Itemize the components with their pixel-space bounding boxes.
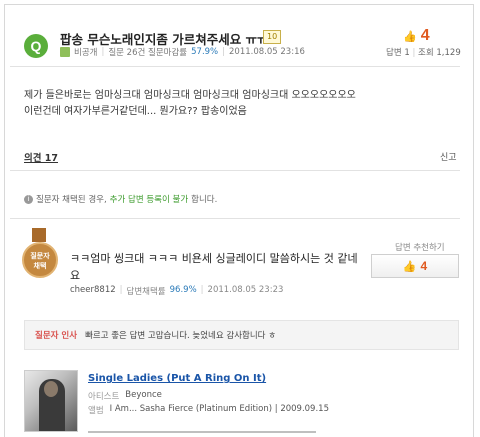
- stats-separator: |: [412, 48, 416, 58]
- album-face: [44, 381, 58, 397]
- thumbs-up-icon: 👍: [402, 259, 417, 273]
- album-cover[interactable]: [24, 370, 78, 432]
- meta-separator: |: [200, 285, 204, 295]
- recommend-button[interactable]: 👍 4: [371, 254, 459, 278]
- album-row: 앨범 I Am... Sasha Fierce (Platinum Editio…: [88, 404, 329, 416]
- recommend-label: 답변 추천하기: [395, 243, 445, 253]
- thumbs-up-icon: 👍: [403, 29, 417, 43]
- opinion-link[interactable]: 의견 17: [24, 150, 58, 164]
- answer-text: ㅋㅋ엄마 씽크대 ㅋㅋㅋ 비욘세 싱글레이디 말씀하시는 것 같네요: [70, 252, 358, 282]
- user-icon: [60, 47, 70, 57]
- meta-separator: |: [101, 47, 105, 57]
- artist-row: 아티스트 Beyonce: [88, 390, 162, 402]
- question-author[interactable]: 비공개: [74, 46, 97, 58]
- points-badge: 10: [263, 30, 282, 44]
- answer-meta: cheer8812 | 답변채택률 96.9% | 2011.08.05 23:…: [70, 285, 283, 297]
- question-badge: Q: [24, 34, 48, 58]
- header-divider: [10, 66, 460, 67]
- artist-label: 아티스트: [88, 392, 120, 402]
- medal-ribbon: [32, 228, 46, 242]
- notice-message: i 질문자 채택된 경우, 추가 답변 등록이 불가 합니다.: [24, 193, 217, 205]
- music-underline: [88, 431, 316, 433]
- answer-date: 2011.08.05 23:23: [207, 285, 284, 295]
- answer-user[interactable]: cheer8812: [70, 285, 116, 297]
- answers-count: 1: [404, 48, 410, 58]
- question-stats: 답변 1 | 조회 1,129: [386, 46, 461, 58]
- thanks-label: 질문자 인사: [35, 331, 78, 341]
- questioner-thanks: 질문자 인사 빠르고 좋은 답변 고맙습니다. 늦었네요 감사합니다 ㅎ: [24, 320, 459, 350]
- song-title-link[interactable]: Single Ladies (Put A Ring On It): [88, 373, 266, 384]
- question-body-line: 제가 들은바로는 엄마싱크대 엄마싱크대 엄마싱크대 엄마싱크대 오오오오오오오: [24, 90, 356, 101]
- notice-suffix: 합니다.: [191, 195, 218, 205]
- info-icon: i: [24, 194, 33, 204]
- thanks-text: 빠르고 좋은 답변 고맙습니다. 늦었네요 감사합니다 ㅎ: [85, 331, 277, 341]
- question-like-count: 4: [420, 27, 430, 44]
- question-body-line: 이런건데 여자가부른거같던데... 뭔가요?? 팝송이었음: [24, 106, 247, 117]
- question-rate: 57.9%: [191, 47, 219, 57]
- opinion-divider: [10, 170, 460, 171]
- album-label: 앨범: [88, 406, 104, 416]
- question-meta: 비공개 | 질문 26건 질문마감률 57.9% | 2011.08.05 23…: [60, 46, 305, 58]
- question-like[interactable]: 👍 4: [403, 27, 430, 45]
- views-label: 조회: [418, 48, 434, 58]
- selected-answer-medal: 질문자 채택: [22, 242, 58, 278]
- recommend-count: 4: [420, 259, 428, 273]
- album-name: I Am... Sasha Fierce (Platinum Edition) …: [109, 404, 329, 414]
- answer-rate: 96.9%: [169, 285, 197, 295]
- artist-name: Beyonce: [125, 390, 162, 400]
- answers-label: 답변: [386, 48, 402, 58]
- medal-line: 채택: [33, 262, 47, 270]
- views-count: 1,129: [436, 48, 461, 58]
- answer-divider: [10, 218, 460, 219]
- question-body: 제가 들은바로는 엄마싱크대 엄마싱크대 엄마싱크대 엄마싱크대 오오오오오오오…: [24, 88, 356, 120]
- notice-prefix: 질문자 채택된 경우,: [36, 195, 107, 205]
- notice-highlight: 추가 답변 등록이 불가: [109, 195, 189, 205]
- answer-rate-label: 답변채택률: [126, 287, 166, 297]
- question-rate-label: 질문 26건 질문마감률: [108, 48, 188, 58]
- meta-separator: |: [119, 285, 123, 295]
- medal-line: 질문자: [30, 252, 50, 260]
- meta-separator: |: [222, 47, 226, 57]
- report-link[interactable]: 신고: [440, 150, 457, 163]
- question-date: 2011.08.05 23:16: [229, 47, 305, 57]
